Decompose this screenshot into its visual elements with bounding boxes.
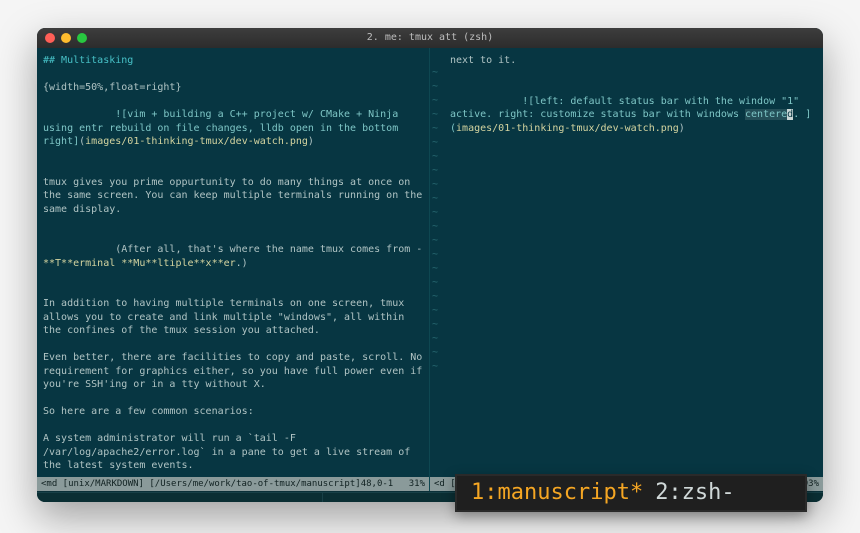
md-image-src: images/01-thinking-tmux/dev-watch.png	[85, 136, 308, 147]
callout-active-window: 1:manuscript*	[471, 478, 643, 508]
status-bar-callout: 1:manuscript* 2:zsh-	[455, 474, 807, 512]
vim-status-left: <md [unix/MARKDOWN] [/Users/me/work/tao-…	[37, 477, 429, 491]
shell-prompt-1[interactable]: ~/work/tao-of-tmux/manuscript master >	[37, 492, 323, 503]
md-para-6: A system administrator will run a `tail …	[43, 432, 423, 473]
vim-pane-right[interactable]: ~~~~~~~~~~~~~~~~~~~~~~ next to it. ![lef…	[430, 48, 823, 491]
window-title: 2. me: tmux att (zsh)	[37, 31, 823, 45]
md-caption-c: )	[679, 123, 685, 134]
md-para-4: Even better, there are facilities to cop…	[43, 351, 423, 392]
md-para-2a: (After all, that's where the name tmux c…	[115, 244, 428, 255]
md-bold-name: **T**erminal **Mu**ltiple**x**er	[43, 258, 236, 269]
md-para-1: tmux gives you prime oppurtunity to do m…	[43, 176, 423, 217]
md-attr: {width=50%,float=right}	[43, 81, 423, 95]
vim-status-left-pct: 31%	[409, 478, 425, 490]
md-caption-selection: centere	[745, 109, 787, 120]
md-frag-top: next to it.	[450, 54, 817, 68]
terminal-body: ## Multitasking {width=50%,float=right} …	[37, 48, 823, 502]
md-para-3: In addition to having multiple terminals…	[43, 297, 423, 338]
md-caption-src: images/01-thinking-tmux/dev-watch.png	[456, 123, 679, 134]
md-heading: ## Multitasking	[43, 54, 423, 68]
md-para-2c: .)	[236, 258, 248, 269]
vim-split: ## Multitasking {width=50%,float=right} …	[37, 48, 823, 492]
vim-pane-left[interactable]: ## Multitasking {width=50%,float=right} …	[37, 48, 430, 491]
callout-other-window: 2:zsh-	[655, 478, 734, 508]
terminal-window: 2. me: tmux att (zsh) ## Multitasking {w…	[37, 28, 823, 502]
md-paren-close: )	[308, 136, 314, 147]
vim-status-left-path: <md [unix/MARKDOWN] [/Users/me/work/tao-…	[41, 478, 393, 490]
titlebar[interactable]: 2. me: tmux att (zsh)	[37, 28, 823, 48]
md-para-5: So here are a few common scenarios:	[43, 405, 423, 419]
vim-tilde-gutter: ~~~~~~~~~~~~~~~~~~~~~~	[432, 66, 438, 469]
